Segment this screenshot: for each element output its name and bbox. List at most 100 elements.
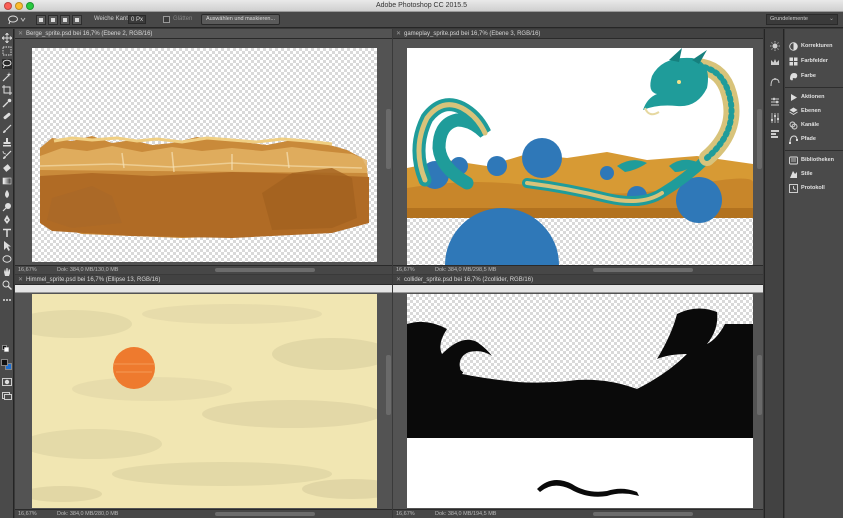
lasso-tool[interactable] — [2, 59, 12, 69]
eyedropper-tool[interactable] — [2, 98, 12, 108]
default-colors-button[interactable] — [2, 345, 12, 355]
healing-brush-tool[interactable] — [2, 111, 12, 121]
horizontal-scrollbar[interactable] — [215, 512, 315, 516]
adjust-icon[interactable] — [770, 97, 780, 107]
document-canvas[interactable] — [407, 294, 753, 508]
vertical-scrollbar[interactable] — [757, 109, 762, 169]
move-tool[interactable] — [2, 33, 12, 43]
document-tab[interactable]: ✕ gameplay_sprite.psd bei 16,7% (Ebene 3… — [393, 29, 763, 39]
panel-pfade[interactable]: Pfade — [788, 134, 842, 145]
clone-stamp-tool[interactable] — [2, 137, 12, 147]
vertical-scrollbar[interactable] — [386, 355, 391, 415]
panel-divider — [785, 150, 843, 151]
screen-mode-button[interactable] — [2, 391, 12, 401]
zoom-tool[interactable] — [2, 280, 12, 290]
horizontal-ruler — [393, 285, 763, 293]
document-canvas[interactable] — [32, 48, 377, 262]
close-icon[interactable]: ✕ — [18, 276, 23, 283]
magic-wand-tool[interactable] — [2, 72, 12, 82]
close-icon[interactable]: ✕ — [396, 276, 401, 283]
document-canvas[interactable] — [407, 48, 753, 265]
more-tools-icon — [3, 299, 11, 301]
panel-aktionen[interactable]: Aktionen — [788, 92, 842, 103]
ellipse-tool[interactable] — [2, 254, 12, 264]
crop-tool[interactable] — [2, 85, 12, 95]
tool-preset-picker[interactable] — [6, 15, 28, 25]
channels-icon — [789, 121, 798, 130]
feather-input[interactable]: 0 Px — [128, 15, 146, 24]
document-size-info[interactable]: Dok: 384,0 MB/280,0 MB — [57, 511, 118, 517]
gradient-tool[interactable] — [2, 176, 12, 186]
screen-mode-icon — [2, 392, 12, 400]
document-size-info[interactable]: Dok: 384,0 MB/194,5 MB — [435, 511, 496, 517]
brightness-icon[interactable] — [770, 41, 780, 51]
vertical-scrollbar[interactable] — [386, 109, 391, 169]
document-window-himmel[interactable]: ✕ Himmel_sprite.psd bei 16,7% (Ellipse 1… — [15, 275, 392, 518]
panel-label: Stile — [801, 171, 813, 177]
panel-bibliotheken[interactable]: Bibliotheken — [788, 155, 842, 166]
close-icon[interactable]: ✕ — [18, 30, 23, 37]
chevron-down-icon: ⌄ — [828, 16, 834, 22]
eraser-tool[interactable] — [2, 163, 12, 173]
panel-stile[interactable]: Stile — [788, 169, 842, 180]
panel-farbfelder[interactable]: Farbfelder — [788, 56, 842, 67]
hand-tool[interactable] — [2, 267, 12, 277]
workspace-select[interactable]: Grundelemente ⌄ — [766, 14, 838, 25]
document-title: Himmel_sprite.psd bei 16,7% (Ellipse 13,… — [26, 277, 161, 283]
panel-korrekturen[interactable]: Korrekturen — [788, 41, 842, 52]
zoom-level[interactable]: 16,67% — [18, 511, 37, 517]
horizontal-scrollbar[interactable] — [593, 512, 693, 516]
zoom-level[interactable]: 16,67% — [396, 267, 415, 273]
alignment-icon[interactable] — [770, 129, 780, 139]
dodge-icon — [2, 203, 11, 212]
paths-icon[interactable] — [770, 77, 780, 87]
dodge-tool[interactable] — [2, 202, 12, 212]
document-window-berge[interactable]: ✕ Berge_sprite.psd bei 16,7% (Ebene 2, R… — [15, 29, 392, 274]
marquee-tool[interactable] — [2, 46, 12, 56]
path-selection-tool[interactable] — [2, 241, 12, 251]
options-bar: Weiche Kante: 0 Px Glätten Auswählen und… — [0, 12, 843, 28]
document-size-info[interactable]: Dok: 384,0 MB/298,5 MB — [435, 267, 496, 273]
document-size-info[interactable]: Dok: 384,0 MB/130,0 MB — [57, 267, 118, 273]
zoom-icon — [2, 280, 12, 290]
close-icon[interactable]: ✕ — [396, 30, 401, 37]
document-window-collider[interactable]: ✕ collider_sprite.psd bei 16,7% (2collid… — [393, 275, 763, 518]
eyedropper-icon — [2, 98, 12, 108]
document-window-gameplay[interactable]: ✕ gameplay_sprite.psd bei 16,7% (Ebene 3… — [393, 29, 763, 274]
panel-farbe[interactable]: Farbe — [788, 71, 842, 82]
select-and-mask-button[interactable]: Auswählen und maskieren... — [201, 14, 280, 25]
new-selection-button[interactable] — [36, 15, 46, 25]
intersect-selection-button[interactable] — [72, 15, 82, 25]
styles-icon — [790, 171, 797, 178]
document-canvas[interactable] — [32, 294, 377, 508]
horizontal-scrollbar[interactable] — [593, 268, 693, 272]
horizontal-scrollbar[interactable] — [215, 268, 315, 272]
more-tools-button[interactable] — [2, 295, 12, 305]
add-to-selection-button[interactable] — [48, 15, 58, 25]
play-icon — [791, 94, 797, 101]
brush-tool[interactable] — [2, 124, 12, 134]
zoom-level[interactable]: 16,67% — [396, 511, 415, 517]
crown-icon[interactable] — [770, 57, 780, 67]
history-brush-tool[interactable] — [2, 150, 12, 160]
document-tab[interactable]: ✕ Himmel_sprite.psd bei 16,7% (Ellipse 1… — [15, 275, 392, 285]
foreground-color-swatch[interactable] — [1, 359, 8, 366]
quick-mask-button[interactable] — [2, 377, 12, 387]
type-tool[interactable] — [2, 228, 12, 238]
gradient-icon — [2, 177, 12, 185]
pen-tool[interactable] — [2, 215, 12, 225]
panel-ebenen[interactable]: Ebenen — [788, 106, 842, 117]
panel-protokoll[interactable]: Protokoll — [788, 183, 842, 194]
document-status-bar: 16,67% Dok: 384,0 MB/298,5 MB — [393, 265, 763, 274]
subtract-selection-icon — [63, 18, 67, 22]
zoom-level[interactable]: 16,67% — [18, 267, 37, 273]
vertical-scrollbar[interactable] — [757, 355, 762, 415]
panel-kanaele[interactable]: Kanäle — [788, 120, 842, 131]
sliders-icon[interactable] — [770, 113, 780, 123]
document-tab[interactable]: ✕ Berge_sprite.psd bei 16,7% (Ebene 2, R… — [15, 29, 392, 39]
antialias-checkbox[interactable] — [163, 16, 170, 23]
blur-tool[interactable] — [2, 189, 12, 199]
paths-icon — [789, 135, 798, 144]
document-tab[interactable]: ✕ collider_sprite.psd bei 16,7% (2collid… — [393, 275, 763, 285]
subtract-from-selection-button[interactable] — [60, 15, 70, 25]
